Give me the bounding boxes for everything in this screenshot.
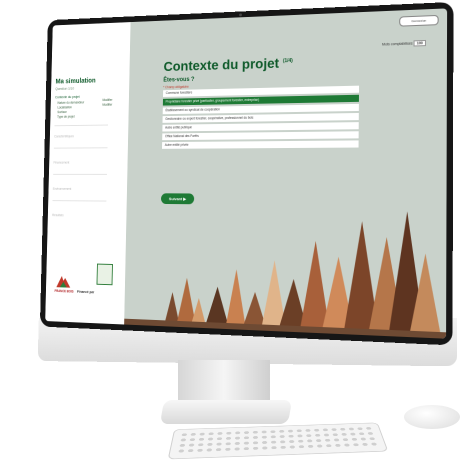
option-list: Commune forestière Propriétaire forestie… xyxy=(162,85,360,151)
sidebar-section-locked: Caractéristiques xyxy=(54,134,74,139)
funder-logo-icon xyxy=(96,263,113,286)
required-note: * Champ obligatoire xyxy=(163,84,189,90)
word-counter-value: 100 xyxy=(413,39,427,47)
monitor-screen: Ma simulation Question 1/10 Contexte du … xyxy=(45,8,448,339)
option-item[interactable]: Autre entité privée xyxy=(162,140,359,149)
main-content: Connexion Mots comptabilisés 100 Context… xyxy=(124,8,447,339)
keyboard-icon xyxy=(167,422,389,460)
mouse-icon xyxy=(404,405,460,429)
sidebar-title: Ma simulation xyxy=(55,77,96,86)
webcam-icon xyxy=(239,13,242,17)
sidebar-section-locked: Financement xyxy=(53,160,70,165)
divider xyxy=(53,147,108,149)
partner-logo-text: FRANCE BOIS xyxy=(54,289,74,294)
sidebar-section-locked: Environnement xyxy=(52,186,72,191)
option-item[interactable]: Office National des Forêts xyxy=(162,131,359,141)
option-item[interactable]: Autre entité publique xyxy=(162,122,359,132)
login-button[interactable]: Connexion xyxy=(399,14,439,27)
word-counter: Mots comptabilisés 100 xyxy=(382,39,427,48)
divider xyxy=(52,200,107,202)
option-item[interactable]: Gestionnaire ou expert forestier, coopér… xyxy=(162,112,359,123)
divider xyxy=(53,173,107,175)
sidebar-step[interactable]: Type de projet xyxy=(57,115,84,120)
product-scene: Ma simulation Question 1/10 Contexte du … xyxy=(0,0,465,476)
page-title: Contexte du projet (1/4) xyxy=(163,55,292,74)
sidebar-section-current[interactable]: Contexte du projet xyxy=(55,95,80,99)
page-title-text: Contexte du projet xyxy=(163,54,280,74)
financed-by-label: Financé par xyxy=(77,289,95,295)
edit-link[interactable]: Modifier xyxy=(102,103,112,108)
monitor-bezel: Ma simulation Question 1/10 Contexte du … xyxy=(39,1,454,346)
sidebar-edit-links: Modifier Modifier xyxy=(102,98,112,108)
sidebar-subtitle: Question 1/10 xyxy=(55,86,75,91)
word-counter-label: Mots comptabilisés xyxy=(382,41,413,47)
monitor-stand-foot xyxy=(159,400,293,424)
divider xyxy=(54,124,109,127)
sidebar: Ma simulation Question 1/10 Contexte du … xyxy=(45,22,131,325)
forest-illustration xyxy=(124,211,447,339)
question-label: Êtes-vous ? xyxy=(163,76,195,84)
page-step-indicator: (1/4) xyxy=(282,57,293,65)
sidebar-section-locked: Résultats xyxy=(52,213,64,218)
sidebar-step-list: Nature du demandeur Localisation Surface… xyxy=(57,101,84,120)
partner-logo-icon xyxy=(56,275,71,288)
